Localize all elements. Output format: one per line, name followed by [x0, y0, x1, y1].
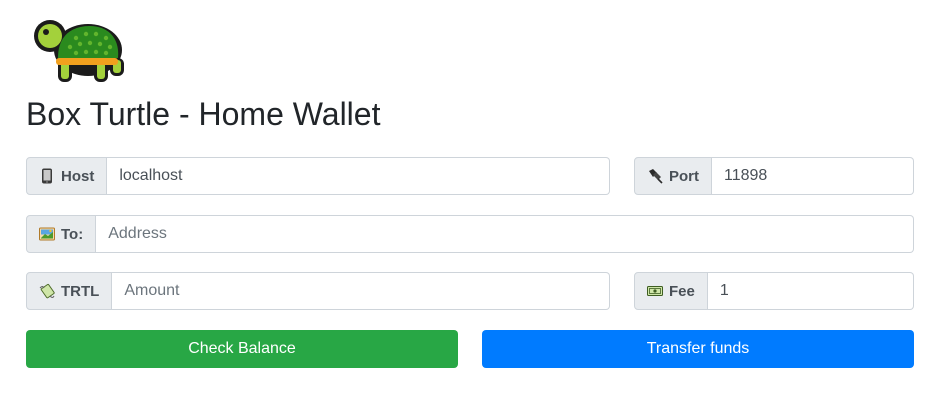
port-addon: Port [634, 157, 712, 195]
money-with-wings-icon [39, 283, 55, 299]
amount-addon: TRTL [26, 272, 113, 310]
port-input-group: Port [634, 157, 914, 195]
mobile-phone-icon [42, 168, 52, 184]
fee-addon: Fee [634, 272, 708, 310]
host-label: Host [61, 167, 95, 185]
host-addon: Host [26, 157, 108, 195]
turtle-icon [34, 20, 124, 82]
fee-input-group: Fee [634, 272, 914, 310]
to-input-group: To: [26, 215, 914, 253]
wallet-page: Box Turtle - Home Wallet Host Port [0, 0, 944, 403]
to-addon: To: [26, 215, 97, 253]
host-field[interactable] [107, 157, 610, 195]
to-label: To: [61, 225, 84, 243]
port-field[interactable] [712, 157, 914, 195]
address-field[interactable] [96, 215, 914, 253]
port-label: Port [669, 167, 699, 185]
fee-label: Fee [669, 282, 695, 300]
amount-input-group: TRTL [26, 272, 610, 310]
amount-field[interactable] [112, 272, 610, 310]
host-input-group: Host [26, 157, 610, 195]
check-balance-button[interactable]: Check Balance [26, 330, 458, 368]
amount-label: TRTL [61, 282, 100, 300]
plug-icon [649, 169, 663, 184]
banknote-icon [647, 286, 663, 296]
postcard-icon [39, 227, 55, 241]
fee-field[interactable] [707, 272, 914, 310]
page-title: Box Turtle - Home Wallet [26, 96, 381, 132]
transfer-funds-button[interactable]: Transfer funds [482, 330, 914, 368]
